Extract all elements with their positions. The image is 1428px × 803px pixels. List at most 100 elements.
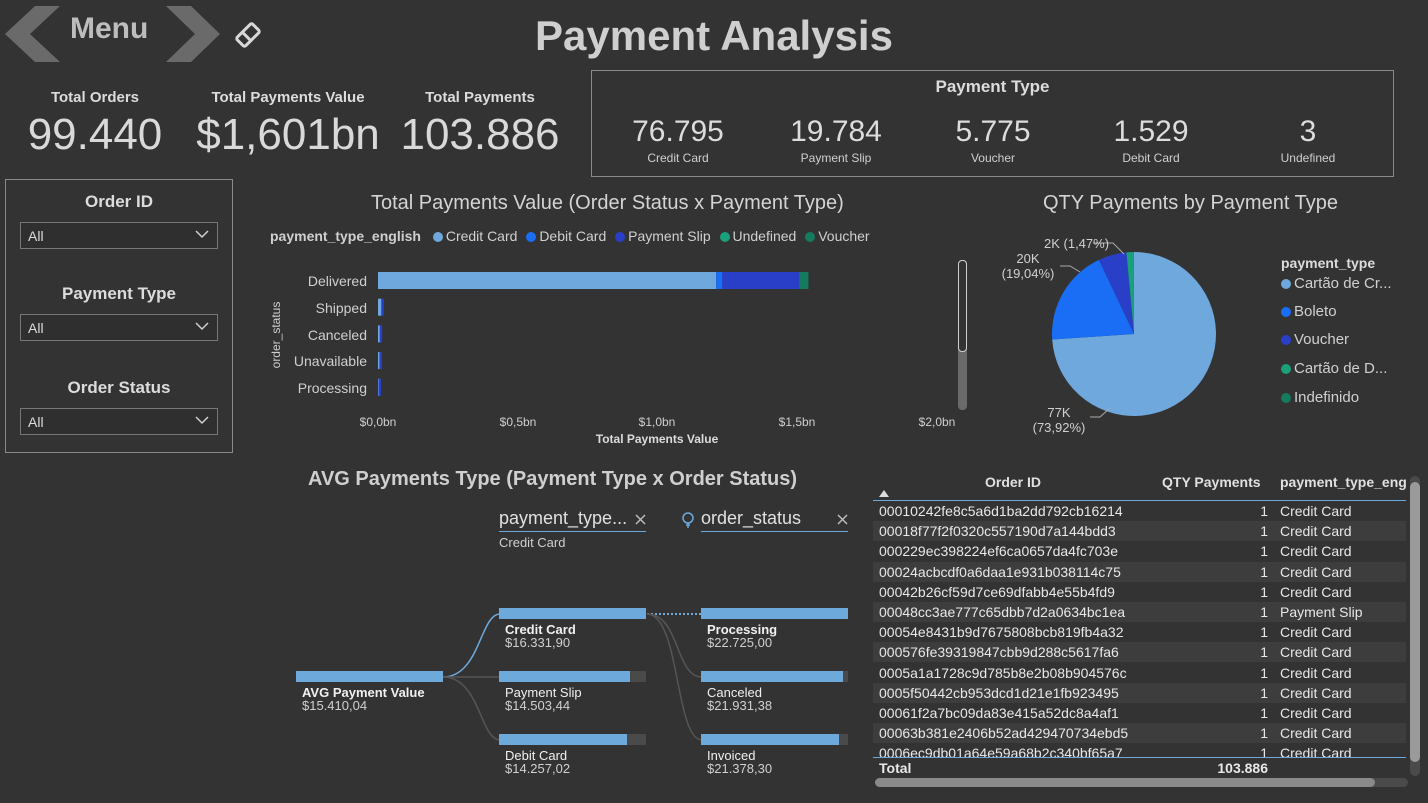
table-row[interactable]: 0006ec9db01a64e59a68b2c340bf65a7 1 Credit … bbox=[873, 743, 1406, 757]
bar-segment[interactable] bbox=[379, 352, 382, 370]
sort-ascending-icon[interactable] bbox=[879, 490, 889, 497]
cell-payment-type: Credit Card bbox=[1280, 725, 1352, 742]
kpi-label: Total Payments Value bbox=[211, 89, 365, 106]
pt-credit-card: 76.795 Credit Card bbox=[598, 115, 758, 165]
table-row[interactable]: 000576fe39319847cbb9d288c5617fa6 1 Credit … bbox=[873, 642, 1406, 663]
table-row[interactable]: 00048cc3ae777c65dbb7d2a0634bc1ea 1 Payment… bbox=[873, 602, 1406, 622]
bar-chart-title: Total Payments Value (Order Status x Pay… bbox=[371, 192, 844, 214]
pie-legend-item[interactable]: Cartão de D... bbox=[1281, 360, 1392, 389]
pt-debit-card: 1.529 Debit Card bbox=[1071, 115, 1231, 165]
pie-legend-item[interactable]: Boleto bbox=[1281, 303, 1392, 331]
decomp-col1-sub: Credit Card bbox=[499, 535, 566, 550]
category-label: Canceled bbox=[307, 327, 367, 343]
filter-label-order-id: Order ID bbox=[84, 192, 154, 211]
bar-segment[interactable] bbox=[799, 272, 809, 289]
scrollbar-thumb[interactable] bbox=[1410, 482, 1420, 762]
payment-type-title: Payment Type bbox=[935, 77, 1050, 96]
cell-order-id: 0005f50442cb953dcd1d21e1fb923495 bbox=[879, 684, 1119, 701]
bar-segment[interactable] bbox=[378, 272, 717, 289]
pie-data-pct: (73,92%) bbox=[1032, 420, 1086, 435]
legend-item[interactable]: Voucher bbox=[805, 228, 870, 244]
pt-label: Payment Slip bbox=[800, 151, 872, 165]
table-row[interactable]: 0005a1a1728c9d785b8e2b08b904576c 1 Credit … bbox=[873, 662, 1406, 683]
decomp-col2-header[interactable]: order_status bbox=[701, 508, 848, 532]
table-row[interactable]: 00024acbcdf0a6daa1e931b038114c75 1 Credit … bbox=[873, 561, 1406, 582]
bar-segment[interactable] bbox=[381, 298, 384, 316]
page-title: Payment Analysis bbox=[535, 12, 893, 59]
kpi-total-orders: Total Orders 99.440 bbox=[5, 89, 185, 160]
table-row[interactable]: 0005f50442cb953dcd1d21e1fb923495 1 Credit … bbox=[873, 682, 1406, 703]
node-value: $14.503,44 bbox=[505, 698, 571, 713]
kpi-total-payments: Total Payments 103.886 bbox=[390, 89, 570, 160]
vertical-scrollbar[interactable] bbox=[958, 260, 967, 410]
legend-dot bbox=[1281, 335, 1291, 345]
legend-dot bbox=[1281, 364, 1291, 374]
column-header-qty-payments[interactable]: QTY Payments bbox=[1162, 474, 1261, 490]
legend-item[interactable]: Debit Card bbox=[526, 228, 606, 244]
legend-dot bbox=[615, 232, 626, 242]
pie-legend-item[interactable]: Indefinido bbox=[1281, 389, 1392, 417]
table-row[interactable]: 00061f2a7bc09da83e415a52dc8a4af1 1 Credit … bbox=[873, 703, 1406, 723]
node-value: $22.725,00 bbox=[707, 635, 773, 650]
table-row[interactable]: 00018f77f2f0320c557190d7a144bdd3 1 Credit … bbox=[873, 521, 1406, 542]
filter-label-order-status: Order Status bbox=[67, 378, 171, 397]
bar-chart bbox=[378, 272, 809, 396]
table-row[interactable]: 00010242fe8c5a6d1ba2dd792cb16214 1 Credit … bbox=[873, 501, 1406, 521]
cell-order-id: 00018f77f2f0320c557190d7a144bdd3 bbox=[879, 523, 1116, 540]
order-status-dropdown[interactable]: All bbox=[20, 408, 218, 435]
table-horizontal-scrollbar[interactable] bbox=[875, 778, 1408, 787]
cell-payment-type: Payment Slip bbox=[1280, 604, 1363, 620]
cell-payment-type: Credit Card bbox=[1280, 523, 1352, 540]
legend-label: Payment Slip bbox=[628, 228, 711, 244]
pie-legend-item[interactable]: Cartão de Cr... bbox=[1281, 275, 1392, 303]
cell-payment-type: Credit Card bbox=[1280, 705, 1352, 721]
kpi-label: Total Payments bbox=[425, 89, 535, 106]
payment-type-dropdown[interactable]: All bbox=[20, 314, 218, 341]
total-label: Total bbox=[879, 760, 912, 776]
pie-data-value: 77K bbox=[1047, 405, 1071, 420]
bar-segment[interactable] bbox=[378, 378, 382, 396]
table-row[interactable]: 000229ec398224ef6ca0657da4fc703e 1 Credit … bbox=[873, 541, 1406, 562]
pt-voucher: 5.775 Voucher bbox=[913, 115, 1073, 165]
pt-value: 1.529 bbox=[1113, 115, 1189, 148]
cell-order-id: 00010242fe8c5a6d1ba2dd792cb16214 bbox=[879, 503, 1123, 519]
legend-dot bbox=[432, 232, 443, 242]
x-tick-label: $1,0bn bbox=[638, 415, 676, 429]
category-label: Processing bbox=[297, 380, 367, 396]
legend-label: Undefined bbox=[732, 228, 797, 244]
table-row[interactable]: 00063b381e2406b52ad429470734ebd5 1 Credit … bbox=[873, 723, 1406, 744]
legend-dot bbox=[1281, 279, 1291, 289]
order-id-dropdown[interactable]: All bbox=[20, 222, 218, 249]
legend-label: Debit Card bbox=[539, 228, 607, 244]
close-icon[interactable] bbox=[635, 514, 646, 525]
bar-segment[interactable] bbox=[379, 325, 383, 343]
bar-segment[interactable] bbox=[378, 298, 382, 316]
cell-order-id: 00063b381e2406b52ad429470734ebd5 bbox=[879, 725, 1129, 742]
legend-item[interactable]: Payment Slip bbox=[615, 228, 711, 244]
lightbulb-icon bbox=[682, 512, 694, 528]
legend-item[interactable]: Credit Card bbox=[432, 228, 517, 244]
pie-data-label: 2K (1,47%) bbox=[1044, 236, 1110, 251]
legend-item[interactable]: Undefined bbox=[719, 228, 797, 244]
kpi-total-payments-value: Total Payments Value $1,601bn bbox=[188, 89, 388, 160]
cell-qty-payments: 1 bbox=[1260, 523, 1268, 540]
cell-payment-type: Credit Card bbox=[1280, 624, 1352, 641]
close-icon[interactable] bbox=[837, 514, 848, 525]
x-tick-label: $0,0bn bbox=[359, 415, 397, 429]
pie-legend-item[interactable]: Voucher bbox=[1281, 331, 1392, 360]
table-row[interactable]: 00054e8431b9d7675808bcb819fb4a32 1 Credit … bbox=[873, 622, 1406, 643]
pt-undefined: 3 Undefined bbox=[1228, 115, 1388, 165]
bar-segment[interactable] bbox=[722, 272, 800, 289]
decomp-col1-header[interactable]: payment_type... bbox=[499, 508, 646, 532]
decomp-title: AVG Payments Type (Payment Type x Order … bbox=[308, 468, 798, 490]
pie-chart-title: QTY Payments by Payment Type bbox=[1043, 192, 1338, 214]
scrollbar-thumb[interactable] bbox=[958, 260, 967, 352]
bar-segment[interactable] bbox=[716, 272, 723, 289]
cell-payment-type: Credit Card bbox=[1280, 563, 1352, 580]
scrollbar-thumb[interactable] bbox=[875, 778, 1375, 787]
column-header-order-id[interactable]: Order ID bbox=[985, 474, 1041, 490]
filter-label-payment-type: Payment Type bbox=[61, 284, 176, 303]
column-header-payment-type[interactable]: payment_type_eng bbox=[1280, 474, 1406, 490]
table-row[interactable]: 00042b26cf59d7ce69dfabb4e55b4fd9 1 Credit … bbox=[873, 581, 1406, 602]
table-vertical-scrollbar[interactable] bbox=[1410, 476, 1420, 776]
